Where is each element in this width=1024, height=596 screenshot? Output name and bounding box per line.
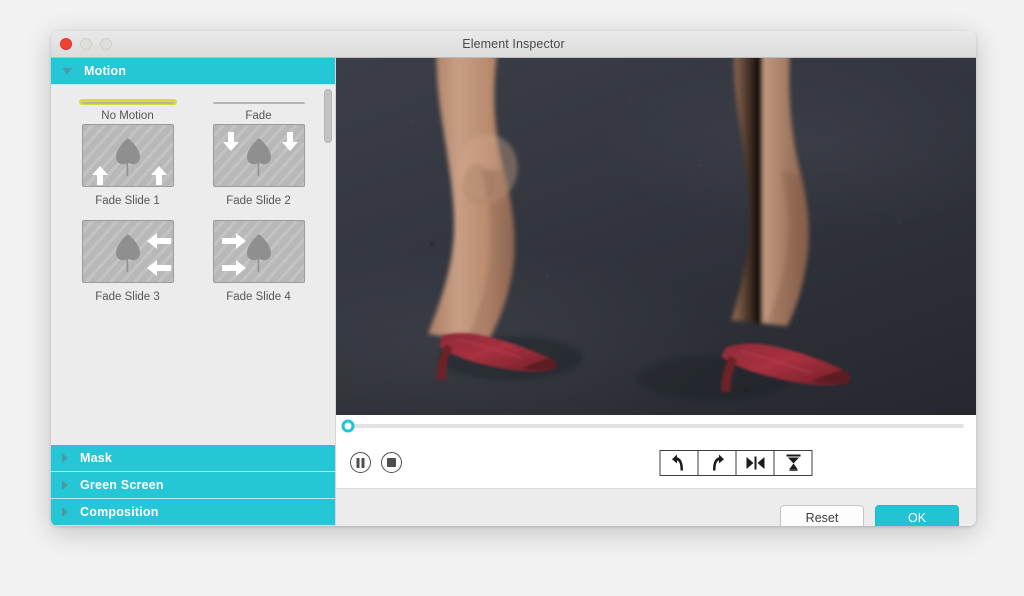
element-inspector-window: Element Inspector Motion No Motion Fade … bbox=[51, 31, 976, 526]
sidebar-section-motion[interactable]: Motion bbox=[51, 58, 335, 85]
sidebar-section-composition[interactable]: Composition bbox=[51, 499, 335, 526]
motion-preset-thumbnail bbox=[79, 121, 177, 190]
playhead-circle-icon[interactable] bbox=[341, 419, 355, 433]
preview-column: Reset OK bbox=[336, 58, 976, 526]
sidebar-scrollbar-thumb[interactable] bbox=[324, 89, 332, 143]
motion-preset-fade-slide-4[interactable]: Fade Slide 4 bbox=[210, 217, 308, 303]
timeline-scrubber[interactable] bbox=[336, 415, 976, 437]
stop-circle-icon[interactable] bbox=[381, 452, 402, 473]
reset-button[interactable]: Reset bbox=[780, 505, 864, 526]
motion-preset-label: Fade Slide 2 bbox=[226, 195, 291, 207]
motion-preset-thumbnail bbox=[210, 121, 308, 190]
arrow-up-pair-icon bbox=[91, 166, 167, 185]
leaf-icon bbox=[239, 102, 279, 104]
sidebar-section-mask-label: Mask bbox=[80, 451, 113, 465]
motion-presets-panel: No Motion Fade Fade Slide 1 Fade Slide 2… bbox=[51, 85, 335, 445]
motion-preset-label: Fade Slide 4 bbox=[226, 291, 291, 303]
arrow-right-pair-icon bbox=[221, 233, 246, 276]
triangle-right-icon bbox=[62, 480, 68, 490]
sidebar-section-mask[interactable]: Mask bbox=[51, 445, 335, 472]
motion-preset-fade[interactable]: Fade bbox=[212, 99, 305, 122]
motion-preset-thumbnail bbox=[78, 99, 177, 105]
motion-preset-thumbnail bbox=[210, 99, 308, 105]
transport-bar bbox=[336, 437, 976, 488]
motion-preset-fade-slide-3[interactable]: Fade Slide 3 bbox=[79, 217, 177, 303]
triangle-down-icon bbox=[62, 68, 72, 74]
arrow-down-pair-icon bbox=[222, 132, 298, 151]
inspector-sidebar: Motion No Motion Fade Fade Slide 1 Fade … bbox=[51, 58, 336, 526]
video-preview[interactable] bbox=[336, 58, 976, 415]
window-title: Element Inspector bbox=[462, 37, 565, 51]
motion-preset-label: Fade Slide 3 bbox=[95, 291, 160, 303]
hourglass-icon[interactable] bbox=[773, 449, 813, 476]
motion-preset-label: Fade Slide 1 bbox=[95, 195, 160, 207]
scrubber-track[interactable] bbox=[341, 419, 964, 433]
motion-preset-thumbnail bbox=[79, 217, 177, 286]
motion-preset-thumbnail bbox=[210, 217, 308, 286]
sidebar-section-green-screen[interactable]: Green Screen bbox=[51, 472, 335, 499]
close-window-button[interactable] bbox=[60, 38, 72, 50]
sidebar-section-motion-label: Motion bbox=[84, 64, 127, 78]
transport-tool-group bbox=[659, 449, 813, 476]
pause-circle-icon[interactable] bbox=[350, 452, 371, 473]
dialog-footer: Reset OK bbox=[336, 488, 976, 526]
arrow-curve-up-left-icon[interactable] bbox=[659, 449, 699, 476]
sidebar-section-composition-label: Composition bbox=[80, 505, 159, 519]
window-body: Motion No Motion Fade Fade Slide 1 Fade … bbox=[51, 58, 976, 526]
leaf-icon bbox=[108, 102, 148, 104]
walking-legs-figure bbox=[427, 58, 851, 400]
motion-preset-fade-slide-1[interactable]: Fade Slide 1 bbox=[79, 121, 177, 207]
motion-preset-grid: No Motion Fade Fade Slide 1 Fade Slide 2… bbox=[51, 85, 335, 311]
motion-preset-fade-slide-2[interactable]: Fade Slide 2 bbox=[210, 121, 308, 207]
window-titlebar: Element Inspector bbox=[51, 31, 976, 58]
maximize-window-button[interactable] bbox=[100, 38, 112, 50]
ok-button[interactable]: OK bbox=[875, 505, 959, 526]
sidebar-section-green-screen-label: Green Screen bbox=[80, 478, 164, 492]
arrow-curve-up-right-icon[interactable] bbox=[697, 449, 737, 476]
motion-preset-no-motion[interactable]: No Motion bbox=[78, 99, 177, 122]
arrow-left-pair-icon bbox=[146, 233, 171, 276]
collapse-horizontal-icon[interactable] bbox=[735, 449, 775, 476]
triangle-right-icon bbox=[62, 507, 68, 517]
minimize-window-button[interactable] bbox=[80, 38, 92, 50]
traffic-light-group bbox=[60, 31, 112, 57]
triangle-right-icon bbox=[62, 453, 68, 463]
sidebar-scrollbar-track[interactable] bbox=[324, 89, 332, 441]
